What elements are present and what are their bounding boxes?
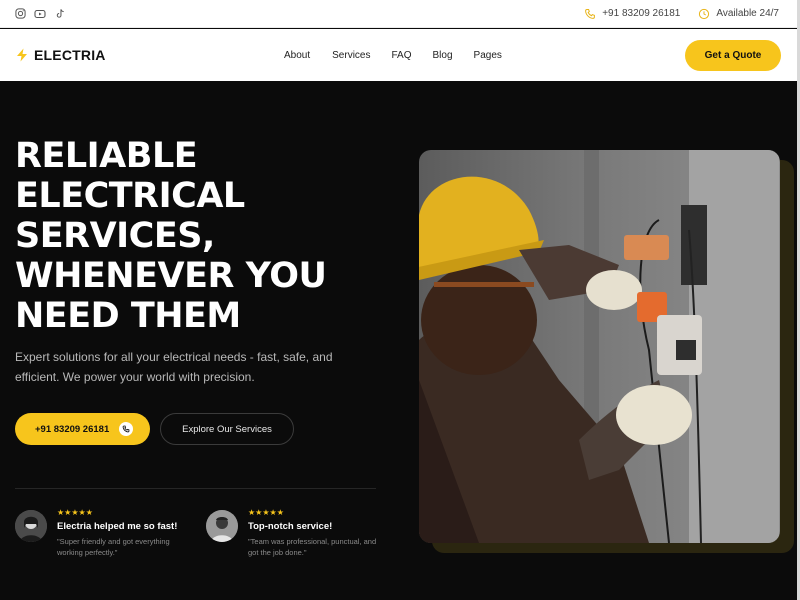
hero-title-line: RELIABLE: [15, 136, 198, 176]
divider: [15, 488, 376, 489]
instagram-icon[interactable]: [14, 8, 26, 20]
rating-stars: ★★★★★: [57, 508, 93, 517]
hero-title-line: WHENEVER YOU: [15, 256, 327, 296]
logo[interactable]: ELECTRIA: [16, 47, 106, 63]
nav-faq[interactable]: FAQ: [392, 50, 412, 61]
tiktok-icon[interactable]: [54, 8, 66, 20]
review-text: "Super friendly and got everything worki…: [57, 537, 170, 557]
call-button-label: +91 83209 26181: [35, 423, 110, 435]
nav-about[interactable]: About: [284, 50, 310, 61]
get-quote-button[interactable]: Get a Quote: [685, 40, 781, 71]
lightning-icon: [17, 48, 27, 62]
clock-icon: [699, 8, 710, 19]
youtube-icon[interactable]: [34, 8, 46, 20]
hero-subtitle: Expert solutions for all your electrical…: [15, 350, 333, 384]
call-button[interactable]: +91 83209 26181: [15, 413, 150, 445]
nav-services[interactable]: Services: [332, 50, 370, 61]
rating-stars: ★★★★★: [248, 508, 284, 517]
explore-services-button[interactable]: Explore Our Services: [160, 413, 294, 445]
top-phone-text: +91 83209 26181: [602, 8, 681, 19]
review-title: Electria helped me so fast!: [57, 521, 178, 532]
navbar: ELECTRIA About Services FAQ Blog Pages G…: [0, 29, 797, 81]
review-title: Top-notch service!: [248, 521, 333, 532]
nav-links: About Services FAQ Blog Pages: [284, 50, 502, 61]
top-phone[interactable]: +91 83209 26181: [584, 8, 680, 20]
availability: Available 24/7: [698, 8, 779, 20]
phone-icon: [585, 8, 596, 19]
hero-title-line: ELECTRICAL: [15, 176, 245, 216]
nav-blog[interactable]: Blog: [433, 50, 453, 61]
hero-title: RELIABLE ELECTRICAL SERVICES, WHENEVER Y…: [15, 136, 395, 336]
availability-text: Available 24/7: [716, 8, 779, 19]
electrician-photo: [419, 150, 780, 543]
nav-pages[interactable]: Pages: [474, 50, 502, 61]
phone-icon: [119, 422, 134, 436]
top-bar: +91 83209 26181 Available 24/7: [0, 0, 797, 28]
avatar: [206, 510, 238, 542]
contact-info: +91 83209 26181 Available 24/7: [584, 8, 779, 20]
page: +91 83209 26181 Available 24/7 ELECTRIA …: [0, 0, 800, 600]
social-links: [14, 8, 66, 20]
logo-text: ELECTRIA: [34, 47, 106, 63]
hero-title-line: SERVICES,: [15, 216, 215, 256]
avatar: [15, 510, 47, 542]
review-text: "Team was professional, punctual, and go…: [248, 537, 377, 557]
hero-title-line: NEED THEM: [15, 296, 241, 336]
